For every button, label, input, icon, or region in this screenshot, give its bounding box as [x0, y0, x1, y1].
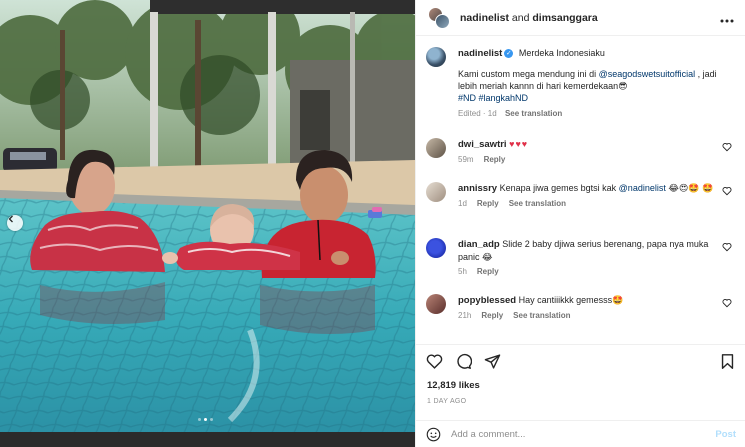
- post-media[interactable]: [0, 0, 415, 447]
- caption-mention[interactable]: @seagodswetsuitofficial: [599, 69, 696, 79]
- heart-outline-icon[interactable]: [722, 298, 732, 308]
- see-translation-link[interactable]: See translation: [509, 199, 566, 208]
- comment-username[interactable]: dwi_sawtri: [458, 139, 507, 150]
- comments-list[interactable]: nadinelist ✓ Merdeka Indonesiaku Kami cus…: [416, 37, 745, 343]
- post-time: 1 DAY AGO: [427, 398, 467, 405]
- reply-button[interactable]: Reply: [484, 155, 506, 164]
- comment-item: popyblessed Hay cantiiikkk gemesss🤩 21h R…: [426, 294, 738, 322]
- share-send-icon[interactable]: [484, 353, 501, 370]
- reply-button[interactable]: Reply: [477, 199, 499, 208]
- comment-item: dian_adp Slide 2 baby djiwa serius beren…: [426, 238, 738, 278]
- comment-text: Kenapa jiwa gemes bgtsi kak: [499, 183, 619, 193]
- comment-input[interactable]: [451, 428, 716, 440]
- post-header: nadinelist and dimsanggara: [416, 0, 745, 36]
- carousel-dot-active: [204, 418, 207, 421]
- carousel-indicator: [198, 418, 213, 421]
- comment-username[interactable]: dian_adp: [458, 239, 500, 250]
- caption-username[interactable]: nadinelist: [458, 48, 502, 59]
- comment-time: 1d: [458, 199, 467, 208]
- reply-button[interactable]: Reply: [477, 267, 499, 276]
- chevron-left-icon: [8, 215, 13, 223]
- comment-mention[interactable]: @nadinelist: [619, 183, 666, 193]
- avatar: [435, 13, 450, 29]
- carousel-prev-button[interactable]: [7, 215, 23, 231]
- add-comment-bar: Post: [416, 420, 745, 447]
- bookmark-icon[interactable]: [719, 353, 736, 370]
- collab-avatars[interactable]: [428, 6, 450, 29]
- post-photo: [0, 0, 415, 447]
- comment-time: 21h: [458, 311, 472, 320]
- more-options-button[interactable]: [720, 10, 734, 26]
- heart-outline-icon[interactable]: [722, 186, 732, 196]
- like-button-heart-icon[interactable]: [426, 353, 443, 370]
- see-translation-link[interactable]: See translation: [513, 311, 570, 320]
- comment-item: dwi_sawtri ♥♥♥ 59m Reply: [426, 138, 738, 166]
- post-comment-button[interactable]: Post: [715, 429, 736, 440]
- author-username[interactable]: nadinelist: [460, 12, 509, 24]
- caption-body: Kami custom mega mendung ini di: [458, 69, 599, 79]
- author-username[interactable]: dimsanggara: [532, 12, 597, 24]
- comment-time: 5h: [458, 267, 467, 276]
- carousel-dot: [210, 418, 213, 421]
- post-actions: 12,819 likes 1 DAY AGO: [416, 344, 745, 420]
- comment-text: Hay cantiiikkk gemesss🤩: [518, 295, 624, 305]
- verified-badge-icon: ✓: [504, 49, 514, 59]
- caption-meta: Edited · 1d See translation: [458, 108, 736, 120]
- comment-emoji: 😂😍🤩 🤩: [668, 183, 714, 193]
- reply-button[interactable]: Reply: [481, 311, 503, 320]
- avatar[interactable]: [426, 294, 446, 314]
- comment-bubble-icon[interactable]: [455, 353, 472, 370]
- avatar[interactable]: [426, 238, 446, 258]
- post-authors: nadinelist and dimsanggara: [460, 12, 598, 24]
- comment-text: ♥♥♥: [509, 139, 529, 149]
- comment-item: annissry Kenapa jiwa gemes bgtsi kak @na…: [426, 182, 738, 210]
- comment-time: 59m: [458, 155, 474, 164]
- carousel-dot: [198, 418, 201, 421]
- author-connector: and: [509, 11, 533, 24]
- post-detail-panel: nadinelist and dimsanggara nadinelist ✓ M…: [415, 0, 745, 447]
- heart-outline-icon[interactable]: [722, 242, 732, 252]
- more-horizontal-icon: [720, 19, 734, 22]
- comment-username[interactable]: popyblessed: [458, 295, 516, 306]
- heart-outline-icon[interactable]: [722, 142, 732, 152]
- comment-username[interactable]: annissry: [458, 183, 497, 194]
- post-caption: nadinelist ✓ Merdeka Indonesiaku Kami cus…: [426, 47, 736, 120]
- emoji-smile-icon[interactable]: [426, 427, 441, 442]
- caption-title: Merdeka Indonesiaku: [518, 48, 605, 58]
- likes-count[interactable]: 12,819 likes: [427, 380, 480, 391]
- edited-label: Edited: [458, 109, 481, 118]
- avatar[interactable]: [426, 182, 446, 202]
- avatar[interactable]: [426, 47, 446, 67]
- avatar[interactable]: [426, 138, 446, 158]
- see-translation-link[interactable]: See translation: [505, 109, 562, 118]
- caption-hashtags[interactable]: #ND #langkahND: [458, 92, 736, 104]
- caption-time: · 1d: [482, 109, 497, 118]
